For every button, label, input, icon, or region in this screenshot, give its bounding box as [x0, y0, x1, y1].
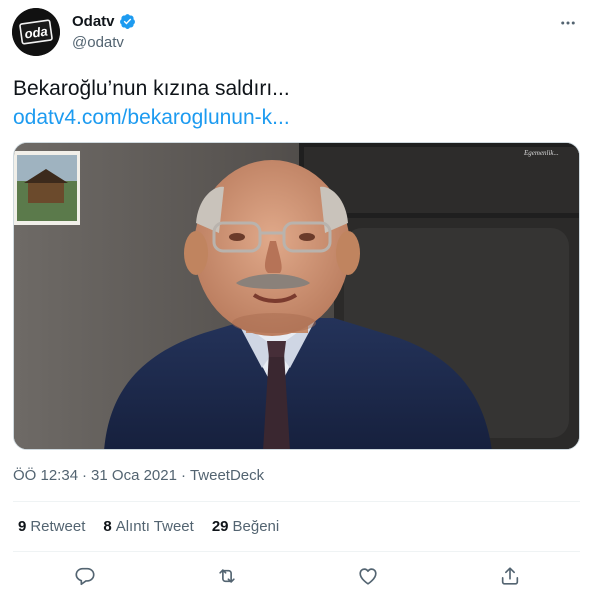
retweet-button[interactable]	[216, 565, 238, 587]
tweet-link[interactable]: odatv4.com/bekaroglunun-k...	[13, 106, 290, 130]
svg-text:oda: oda	[24, 23, 49, 41]
retweets-count: 9	[18, 518, 27, 535]
tweet-text: Bekaroğlu’nun kızına saldırı...	[13, 77, 290, 100]
like-icon	[359, 568, 377, 585]
tweet-stats: 9 Retweet 8 Alıntı Tweet 29 Beğeni	[18, 518, 279, 535]
retweets-stat[interactable]: 9 Retweet	[18, 518, 85, 535]
more-options-button[interactable]	[557, 12, 579, 34]
retweet-icon	[219, 569, 235, 583]
meta-separator: ·	[82, 467, 88, 484]
reply-icon	[75, 567, 95, 586]
author-name[interactable]: Odatv	[72, 13, 115, 30]
author-avatar[interactable]: oda	[12, 8, 60, 56]
divider	[13, 551, 580, 552]
tweet-timestamp-row: ÖÖ 12:34 · 31 Oca 2021 · TweetDeck	[13, 467, 264, 484]
quote-tweets-stat[interactable]: 8 Alıntı Tweet	[103, 518, 193, 535]
quotes-label: Alıntı Tweet	[115, 518, 194, 535]
likes-count: 29	[211, 518, 229, 535]
photo-watermark-text: Egemenlik...	[523, 149, 559, 157]
tweet-header: oda Odatv @odatv	[12, 8, 581, 56]
share-icon	[501, 567, 519, 585]
tweet-time[interactable]: ÖÖ 12:34	[13, 467, 78, 484]
divider	[13, 501, 580, 502]
verified-badge-icon	[119, 14, 135, 29]
tweet-source[interactable]: TweetDeck	[190, 467, 264, 484]
photo-man-in-office: Egemenlik...	[14, 143, 579, 449]
tweet-actions-bar	[13, 556, 580, 596]
more-horizontal-icon	[561, 21, 575, 25]
tweet-media-photo[interactable]: Egemenlik...	[13, 142, 580, 450]
retweets-label: Retweet	[30, 518, 86, 535]
meta-separator: ·	[180, 467, 186, 484]
likes-stat[interactable]: 29 Beğeni	[212, 518, 279, 535]
tweet-date[interactable]: 31 Oca 2021	[91, 467, 177, 484]
likes-label: Beğeni	[232, 518, 280, 535]
odatv-logo-icon: oda	[12, 8, 60, 56]
author-name-row: Odatv	[72, 13, 136, 30]
quotes-count: 8	[103, 518, 112, 535]
share-button[interactable]	[499, 565, 521, 587]
reply-button[interactable]	[74, 565, 96, 587]
author-handle[interactable]: @odatv	[72, 34, 124, 51]
like-button[interactable]	[357, 565, 379, 587]
